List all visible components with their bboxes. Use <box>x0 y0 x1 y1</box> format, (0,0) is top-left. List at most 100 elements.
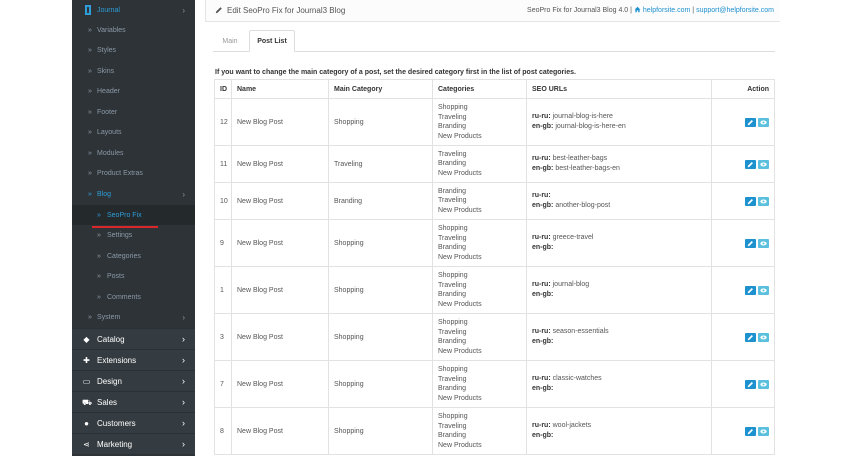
edit-button[interactable] <box>745 238 756 248</box>
edit-button[interactable] <box>745 426 756 436</box>
sidebar-item-label: SeoPro Fix <box>107 211 142 219</box>
sidebar-item-extensions[interactable]: ✚ Extensions › <box>72 349 195 370</box>
sidebar-item-skins[interactable]: » Skins <box>72 61 195 81</box>
view-button[interactable] <box>758 196 769 206</box>
cell-action <box>711 313 775 361</box>
category-item: New Products <box>438 394 482 402</box>
sidebar-item-journal[interactable]: Journal › <box>72 0 195 20</box>
category-item: New Products <box>438 300 482 308</box>
edit-button[interactable] <box>745 379 756 389</box>
cell-action <box>711 360 775 408</box>
sidebar-item-comments[interactable]: » Comments <box>72 287 195 307</box>
cell-seo-urls: ru-ru: journal-blog en-gb: <box>526 266 712 314</box>
sidebar-item-seopro-fix[interactable]: » SeoPro Fix <box>72 205 195 225</box>
edit-button[interactable] <box>745 159 756 169</box>
category-item: New Products <box>438 132 482 140</box>
category-item: Traveling <box>438 113 467 121</box>
sidebar-item-label: Posts <box>107 273 125 280</box>
sidebar-item-customers[interactable]: ● Customers › <box>72 412 195 433</box>
cell-categories: Traveling Branding New Products <box>432 145 527 183</box>
user-icon: ● <box>84 418 89 428</box>
sidebar-item-catalog[interactable]: ◆ Catalog › <box>72 328 195 349</box>
cell-categories: Shopping Traveling Branding New Products <box>432 98 527 146</box>
sidebar: Journal › » Variables » Styles » Skins » Header… <box>72 0 195 456</box>
sidebar-item-categories[interactable]: » Categories <box>72 246 195 266</box>
sidebar-item-label: Comments <box>107 293 141 301</box>
sidebar-item-header[interactable]: » Header <box>72 82 195 102</box>
view-button[interactable] <box>758 238 769 248</box>
sidebar-item-settings[interactable]: » Settings <box>72 226 195 246</box>
view-button[interactable] <box>758 332 769 342</box>
sidebar-item-modules[interactable]: » Modules <box>72 143 195 163</box>
sidebar-item-system[interactable]: » System › <box>72 307 195 327</box>
category-item: Branding <box>438 244 467 251</box>
sidebar-item-footer[interactable]: » Footer <box>72 102 195 122</box>
sidebar-item-label: Variables <box>97 26 126 34</box>
edit-button[interactable] <box>745 196 756 206</box>
cell-categories: Shopping Traveling Branding New Products <box>432 313 527 361</box>
seo-url-en: another-blog-post <box>555 202 611 209</box>
eye-icon <box>760 382 767 386</box>
edit-button[interactable] <box>745 332 756 342</box>
lang-label-en: en-gb: <box>532 123 554 130</box>
edit-button[interactable] <box>745 285 756 295</box>
email-link[interactable]: support@helpforsite.com <box>696 7 774 14</box>
cell-categories: Shopping Traveling Branding New Products <box>432 407 527 455</box>
table-row: 12 New Blog Post Shopping Shopping Traveling… <box>214 98 775 146</box>
lang-label-ru: ru-ru: <box>532 234 551 241</box>
table-row: 7 New Blog Post Shopping Shopping Traveling B… <box>214 360 775 408</box>
bullet-icon: » <box>88 313 92 321</box>
category-item: Shopping <box>438 319 468 326</box>
eye-icon <box>760 162 767 166</box>
category-item: New Products <box>438 347 482 355</box>
category-item: Traveling <box>438 197 467 205</box>
table-row: 9 New Blog Post Shopping Shopping Traveling B… <box>214 219 775 267</box>
tab-bar: Main Post List <box>213 30 775 52</box>
bullet-icon: » <box>97 252 101 260</box>
cart-icon: ⛟ <box>82 397 93 407</box>
cell-action <box>711 98 775 146</box>
sidebar-item-label: Journal <box>97 6 120 14</box>
lang-label-en: en-gb: <box>532 385 554 392</box>
sidebar-item-blog[interactable]: » Blog › <box>72 184 195 204</box>
site-link[interactable]: helpforsite.com <box>643 7 690 14</box>
bullet-icon: » <box>88 190 92 198</box>
chevron-right-icon: › <box>182 334 185 344</box>
sidebar-item-layouts[interactable]: » Layouts <box>72 123 195 143</box>
sidebar-item-label: Customers <box>97 418 136 428</box>
category-item: Traveling <box>438 375 467 383</box>
sidebar-item-variables[interactable]: » Variables <box>72 20 195 40</box>
col-main-category: Main Category <box>328 79 433 99</box>
category-item: Branding <box>438 432 467 439</box>
edit-button[interactable] <box>745 117 756 127</box>
cell-action <box>711 219 775 267</box>
seo-url-ru: greece-travel <box>552 234 594 241</box>
sidebar-item-marketing[interactable]: ⋖ Marketing › <box>72 433 195 454</box>
lang-label-en: en-gb: <box>532 291 554 298</box>
view-button[interactable] <box>758 285 769 295</box>
version-text: SeoPro Fix for Journal3 Blog 4.0 | <box>527 7 632 14</box>
view-button[interactable] <box>758 426 769 436</box>
tab-main[interactable]: Main <box>213 30 247 52</box>
cell-categories: Branding Traveling New Products <box>432 182 527 220</box>
pencil-icon <box>747 119 753 125</box>
bullet-icon: » <box>97 211 101 219</box>
sidebar-item-styles[interactable]: » Styles <box>72 41 195 61</box>
table-row: 3 New Blog Post Shopping Shopping Traveling B… <box>214 313 775 361</box>
sidebar-item-product-extras[interactable]: » Product Extras <box>72 164 195 184</box>
table-row: 1 New Blog Post Shopping Shopping Traveling B… <box>214 266 775 314</box>
cell-main-category: Branding <box>328 182 433 220</box>
cell-action <box>711 145 775 183</box>
category-item: Traveling <box>438 422 467 430</box>
sidebar-item-posts[interactable]: » Posts <box>72 267 195 287</box>
view-button[interactable] <box>758 379 769 389</box>
cell-name: New Blog Post <box>231 98 329 146</box>
tab-post-list[interactable]: Post List <box>249 30 295 52</box>
sidebar-item-sales[interactable]: ⛟ Sales › <box>72 391 195 412</box>
view-button[interactable] <box>758 159 769 169</box>
lang-label-ru: ru-ru: <box>532 113 551 120</box>
eye-icon <box>760 120 767 124</box>
view-button[interactable] <box>758 117 769 127</box>
eye-icon <box>760 288 767 292</box>
sidebar-item-design[interactable]: ▭ Design › <box>72 370 195 391</box>
